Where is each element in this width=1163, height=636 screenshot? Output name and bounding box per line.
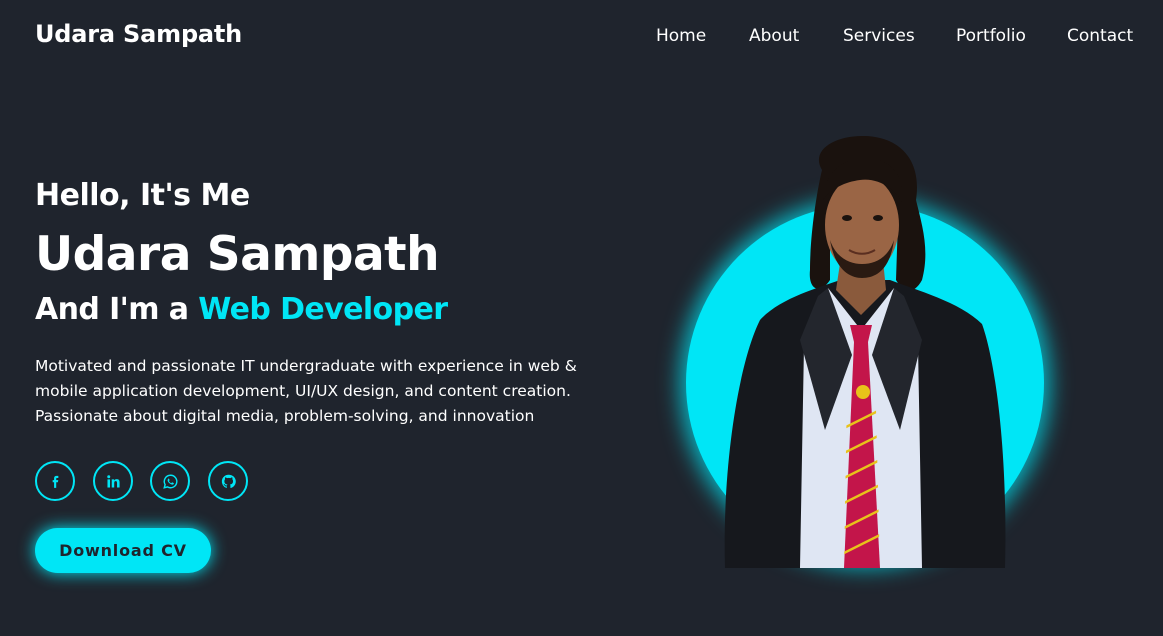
facebook-link[interactable]: [35, 461, 75, 501]
page: Udara Sampath Home About Services Portfo…: [0, 0, 1163, 636]
download-cv-button[interactable]: Download CV: [35, 528, 211, 573]
description-line: mobile application development, UI/UX de…: [35, 382, 571, 400]
nav-services[interactable]: Services: [843, 26, 915, 46]
hero-description: Motivated and passionate IT undergraduat…: [35, 354, 615, 429]
hero-name: Udara Sampath: [35, 227, 440, 282]
facebook-icon: [47, 473, 64, 490]
description-line: Motivated and passionate IT undergraduat…: [35, 357, 577, 375]
site-header: Udara Sampath Home About Services Portfo…: [0, 0, 1163, 74]
hero-role: And I'm a Web Developer: [35, 290, 635, 330]
github-link[interactable]: [208, 461, 248, 501]
github-icon: [220, 473, 237, 490]
nav-contact[interactable]: Contact: [1067, 26, 1133, 46]
profile-photo: [724, 135, 1006, 568]
role-highlight: Web Developer: [198, 292, 448, 327]
role-prefix: And I'm a: [35, 292, 199, 327]
main-nav: Home About Services Portfolio Contact: [0, 26, 1163, 50]
nav-about[interactable]: About: [749, 26, 799, 46]
nav-home[interactable]: Home: [656, 26, 706, 46]
linkedin-link[interactable]: [93, 461, 133, 501]
description-line: Passionate about digital media, problem-…: [35, 407, 535, 425]
portrait: [660, 130, 1070, 590]
nav-portfolio[interactable]: Portfolio: [956, 26, 1026, 46]
hero-content: Hello, It's Me Udara Sampath And I'm a W…: [35, 176, 635, 501]
social-links: [35, 461, 635, 501]
hero-greeting: Hello, It's Me: [35, 178, 250, 213]
whatsapp-icon: [162, 473, 179, 490]
linkedin-icon: [105, 473, 122, 490]
whatsapp-link[interactable]: [150, 461, 190, 501]
